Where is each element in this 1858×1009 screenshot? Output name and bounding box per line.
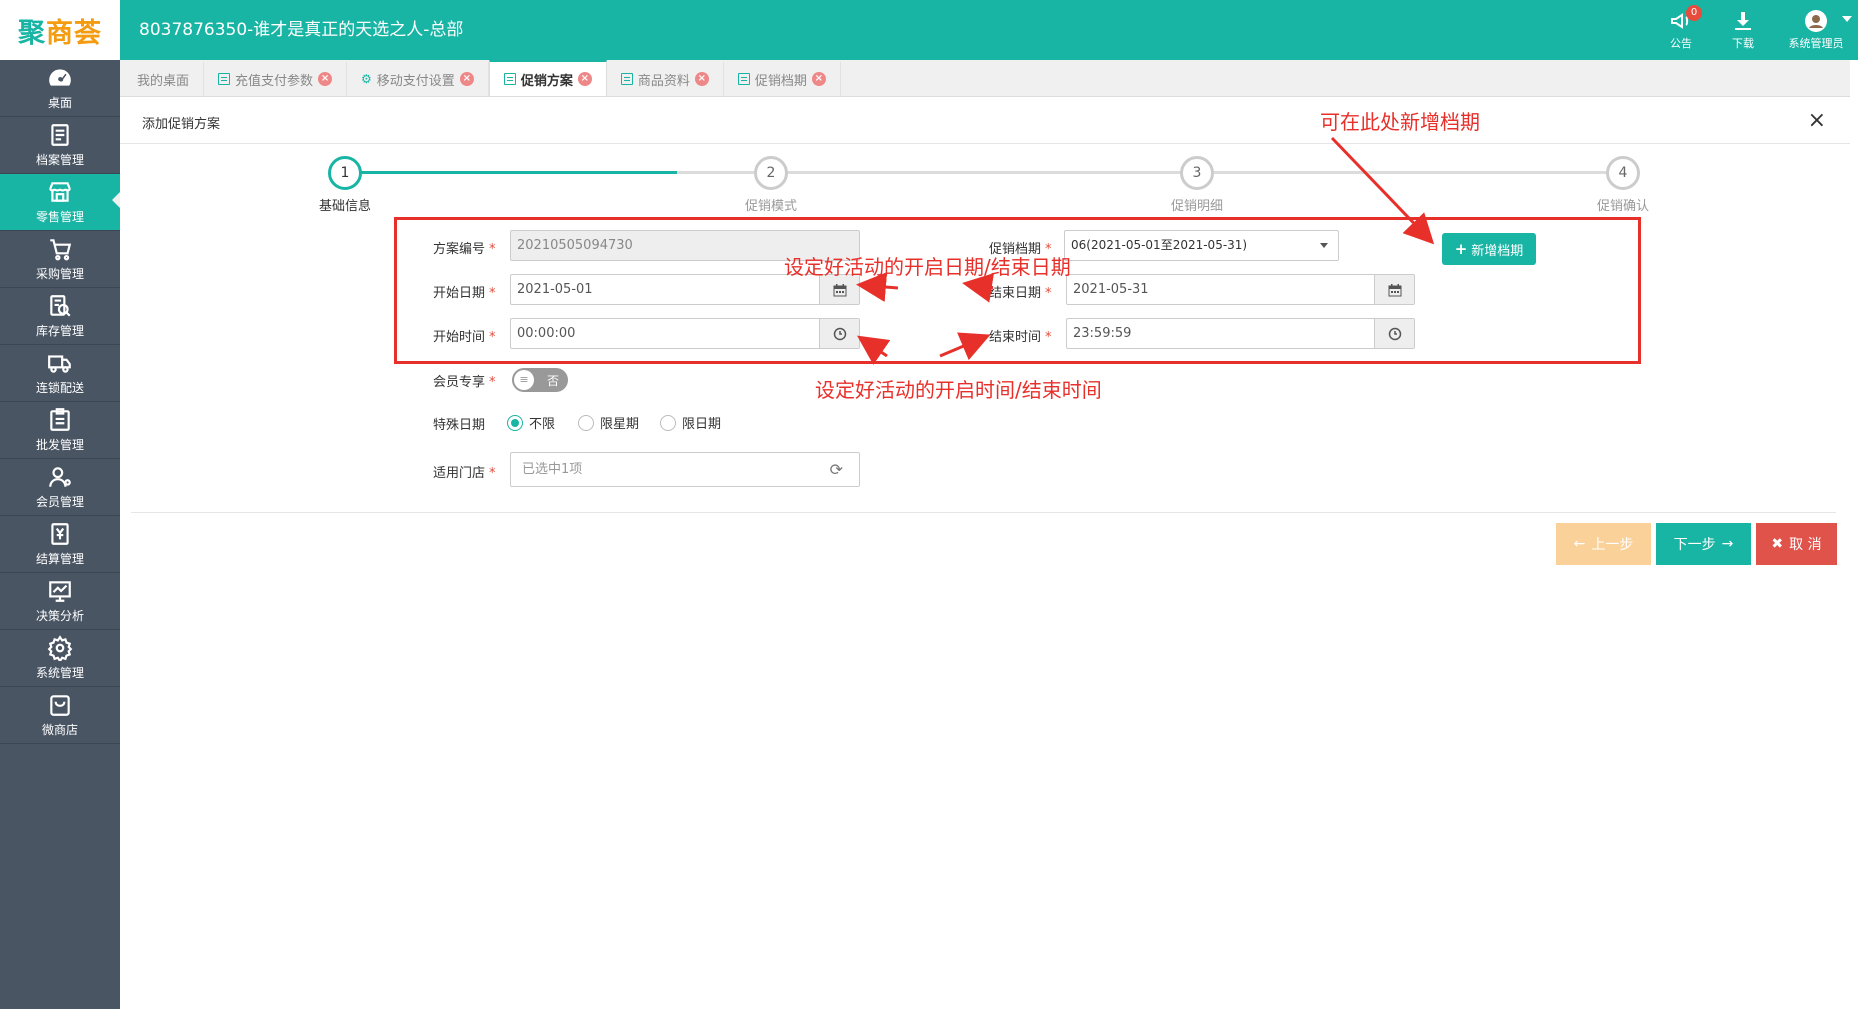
tab-my-desktop[interactable]: 我的桌面 xyxy=(123,62,205,96)
sidebar-item-analysis[interactable]: 决策分析 xyxy=(0,573,120,630)
step-promo-mode[interactable]: 2 促销模式 xyxy=(721,156,821,214)
step-basic-info[interactable]: 1 基础信息 xyxy=(295,156,395,214)
shop-bag-icon xyxy=(50,695,70,716)
sidebar-item-wholesale[interactable]: 批发管理 xyxy=(0,402,120,459)
step-promo-confirm[interactable]: 4 促销确认 xyxy=(1573,156,1673,214)
avatar xyxy=(1805,10,1827,32)
analysis-icon xyxy=(49,581,71,602)
settlement-icon xyxy=(51,523,69,545)
sidebar-item-desktop[interactable]: 桌面 xyxy=(0,60,120,117)
tab-bar: 我的桌面 充值支付参数 × ⚙ 移动支付设置 × 促销方案 × 商品资料 × 促… xyxy=(120,60,1850,97)
annotation-box xyxy=(394,217,1641,364)
download-icon xyxy=(1735,12,1751,30)
sidebar-item-inventory[interactable]: 库存管理 xyxy=(0,288,120,345)
sidebar-item-archive[interactable]: 档案管理 xyxy=(0,117,120,174)
download-label: 下载 xyxy=(1732,37,1754,50)
logo[interactable]: 聚商荟 xyxy=(0,0,120,60)
download-button[interactable]: 下载 xyxy=(1712,0,1774,60)
member-only-toggle[interactable]: ≡ 否 xyxy=(512,368,568,392)
annotation-add-schedule: 可在此处新增档期 xyxy=(1320,110,1480,134)
inventory-icon xyxy=(50,295,71,317)
user-label: 系统管理员 xyxy=(1788,37,1844,50)
list-icon xyxy=(620,73,633,85)
truck-icon xyxy=(48,355,71,373)
refresh-icon[interactable]: ⟳ xyxy=(830,453,843,486)
panel-header: 添加促销方案 × xyxy=(120,98,1850,144)
radio-unlimited[interactable]: 不限 xyxy=(507,413,555,432)
annotation-time: 设定好活动的开启时间/结束时间 xyxy=(815,378,1102,402)
list-icon xyxy=(737,73,750,85)
notice-button[interactable]: 0 公告 xyxy=(1650,0,1712,60)
app-title: 8037876350-谁才是真正的天选之人-总部 xyxy=(139,20,464,40)
divider xyxy=(131,512,1836,513)
cart-icon xyxy=(50,239,72,261)
sidebar-item-purchase[interactable]: 采购管理 xyxy=(0,231,120,288)
sidebar-item-microshop[interactable]: 微商店 xyxy=(0,687,120,744)
gear-icon xyxy=(47,635,73,661)
special-date-label: 特殊日期 xyxy=(433,418,486,433)
sidebar-item-system[interactable]: 系统管理 xyxy=(0,630,120,687)
next-step-button[interactable]: 下一步 → xyxy=(1656,523,1751,565)
radio-weekday[interactable]: 限星期 xyxy=(578,413,639,432)
step-promo-detail[interactable]: 3 促销明细 xyxy=(1147,156,1247,214)
close-icon[interactable]: × xyxy=(811,72,826,86)
sidebar-item-settlement[interactable]: 结算管理 xyxy=(0,516,120,573)
wholesale-icon xyxy=(50,408,70,431)
close-icon[interactable]: × xyxy=(459,72,474,86)
stores-label: 适用门店 * xyxy=(433,466,496,481)
annotation-date: 设定好活动的开启日期/结束日期 xyxy=(784,255,1071,279)
chevron-down-icon xyxy=(1842,16,1852,22)
tab-recharge-params[interactable]: 充值支付参数 × xyxy=(204,62,348,96)
radio-date[interactable]: 限日期 xyxy=(660,413,721,432)
sidebar-item-delivery[interactable]: 连锁配送 xyxy=(0,345,120,402)
panel-title: 添加促销方案 xyxy=(142,117,221,132)
notice-badge: 0 xyxy=(1686,5,1702,21)
gears-icon: ⚙ xyxy=(361,72,372,86)
notice-label: 公告 xyxy=(1670,37,1692,50)
sidebar: 桌面 档案管理 零售管理 采购管理 库存管理 连锁配送 批发管理 会员管理 结算… xyxy=(0,60,120,1009)
user-menu[interactable]: 系统管理员 xyxy=(1774,0,1858,60)
prev-step-button[interactable]: ← 上一步 xyxy=(1556,523,1651,565)
stores-field[interactable]: 已选中1项 ⟳ xyxy=(510,452,860,487)
cancel-button[interactable]: ✖ 取 消 xyxy=(1756,523,1837,565)
member-only-label: 会员专享 * xyxy=(433,375,496,390)
close-icon: ✖ xyxy=(1771,536,1784,552)
close-icon[interactable]: × xyxy=(577,72,592,86)
toggle-knob-icon: ≡ xyxy=(514,370,534,390)
close-icon[interactable]: × xyxy=(1808,108,1826,133)
sidebar-item-retail[interactable]: 零售管理 xyxy=(0,174,120,231)
list-icon xyxy=(218,73,231,85)
member-icon xyxy=(49,467,71,487)
store-icon xyxy=(49,182,71,202)
dashboard-icon xyxy=(49,69,71,86)
arrow-left-icon: ← xyxy=(1573,536,1586,552)
tab-promotion-schedule[interactable]: 促销档期 × xyxy=(724,62,841,96)
top-bar: 聚商荟 8037876350-谁才是真正的天选之人-总部 0 公告 下载 系统管… xyxy=(0,0,1858,60)
arrow-right-icon: → xyxy=(1721,536,1734,552)
tab-product-data[interactable]: 商品资料 × xyxy=(607,62,724,96)
sidebar-item-member[interactable]: 会员管理 xyxy=(0,459,120,516)
tab-mobile-pay[interactable]: ⚙ 移动支付设置 × xyxy=(347,62,489,96)
close-icon[interactable]: × xyxy=(694,72,709,86)
close-icon[interactable]: × xyxy=(318,72,333,86)
archive-icon xyxy=(51,124,69,146)
tab-promotion-plan[interactable]: 促销方案 × xyxy=(488,60,607,96)
list-icon xyxy=(503,73,516,85)
